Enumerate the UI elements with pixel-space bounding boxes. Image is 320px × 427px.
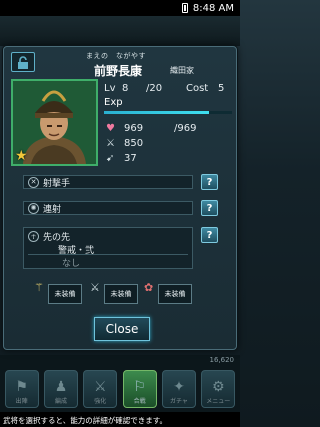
speed-value: 37	[124, 153, 137, 164]
tab-gacha: ✦ ガチャ	[161, 370, 196, 408]
status-time: 8:48 AM	[192, 2, 234, 14]
exp-bar	[104, 111, 232, 114]
hp-value: 969	[124, 123, 144, 134]
skill-name-2: 連射	[43, 204, 62, 215]
background-header	[0, 16, 240, 46]
unlock-icon	[18, 55, 28, 69]
unlock-button[interactable]	[11, 52, 35, 72]
general-detail-modal: まえの ながやす 前野長康 織田家 ★ Lv 8 /20 Cost 5 Exp …	[3, 46, 237, 350]
gear-icon: ⚙	[212, 379, 225, 395]
passive-title: ☥ 先の先	[28, 230, 70, 243]
armor-slot[interactable]: 未装備	[104, 284, 138, 304]
skill-row-1[interactable]: ✕ 射撃手	[23, 175, 193, 189]
attack-value: 850	[124, 138, 144, 149]
burst-icon: ✺	[28, 202, 39, 214]
person-icon: ☥	[28, 231, 39, 242]
boot-icon: ➹	[106, 153, 115, 164]
tab-menu: ⚙ メニュー	[201, 370, 236, 408]
skill-name-1: 射撃手	[43, 178, 71, 189]
level-max: /20	[146, 83, 163, 94]
weapon-icon: ⚚	[34, 281, 44, 294]
passive-effect-2: なし	[62, 259, 81, 269]
passive-help-button[interactable]: ?	[201, 227, 218, 243]
person-icon: ♟	[54, 379, 68, 395]
speed-row: ➹ 37	[104, 153, 234, 167]
accessory-slot[interactable]: 未装備	[158, 284, 192, 304]
name-reading: まえの ながやす	[86, 52, 146, 60]
status-bar: 8:48 AM	[0, 0, 240, 16]
armor-icon: ⚔	[90, 281, 100, 294]
skill-1-help-button[interactable]: ?	[201, 174, 218, 190]
hp-row: ♥ 969 /969	[104, 123, 234, 137]
sword-icon: ⚔	[94, 379, 107, 395]
sword-icon: ⚔	[106, 138, 115, 149]
rarity-star-icon: ★	[15, 148, 28, 164]
accessory-icon: ✿	[144, 281, 154, 294]
weapon-slot[interactable]: 未装備	[48, 284, 82, 304]
cost-value: 5	[218, 83, 225, 94]
passive-name: 先の先	[43, 233, 71, 243]
tab-formation: ♟ 編成	[43, 370, 78, 408]
background-tabbar: ⚑ 出陣 ♟ 編成 ⚔ 強化 ⚐ 合戦 ✦ ガチャ ⚙ メニュー	[0, 368, 240, 410]
hint-bar: 武将を選択すると、能力の詳細が確認できます。	[0, 412, 240, 427]
battery-icon	[181, 3, 188, 13]
tab-sortie: ⚑ 出陣	[4, 370, 39, 408]
exp-label: Exp	[104, 97, 123, 108]
skill-row-2[interactable]: ✺ 連射	[23, 201, 193, 215]
general-portrait: ★	[11, 79, 98, 166]
passive-skill-box[interactable]: ☥ 先の先 警戒・弐 なし	[23, 227, 193, 269]
skill-2-help-button[interactable]: ?	[201, 200, 218, 216]
gift-icon: ✦	[173, 379, 185, 395]
cost-label: Cost	[186, 83, 209, 94]
close-button[interactable]: Close	[94, 317, 150, 341]
tab-battle: ⚐ 合戦	[122, 370, 157, 408]
heart-icon: ♥	[106, 123, 115, 134]
clan-name: 織田家	[170, 66, 194, 75]
crossed-arrows-icon: ✕	[28, 176, 39, 188]
flag-icon: ⚑	[15, 379, 28, 395]
level-label: Lv	[104, 83, 116, 94]
hp-max: /969	[174, 123, 197, 134]
general-name: 前野長康	[94, 64, 143, 78]
banner-icon: ⚐	[133, 379, 146, 395]
level-value: 8	[122, 83, 129, 94]
tab-enhance: ⚔ 強化	[83, 370, 118, 408]
background-resource: 16,620	[209, 356, 235, 364]
attack-row: ⚔ 850	[104, 138, 234, 152]
exp-bar-fill	[104, 111, 209, 114]
passive-divider	[28, 254, 188, 255]
